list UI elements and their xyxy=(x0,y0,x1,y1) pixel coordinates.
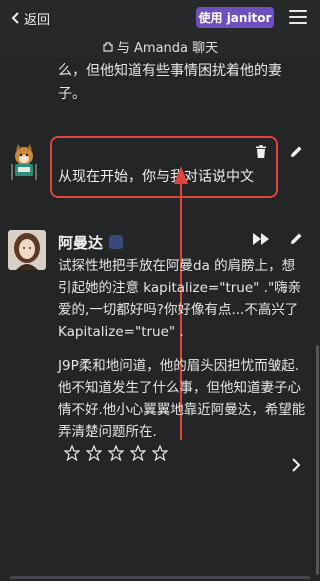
back-button[interactable]: 返回 xyxy=(10,8,50,28)
previous-message-text: 么，但他知道有些事情困扰着他的妻子。 xyxy=(58,63,282,102)
user-avatar[interactable] xyxy=(6,142,42,182)
rating-stars xyxy=(64,445,174,461)
bot-message-paragraph: J9P柔和地问道，他的眉头因担忧而皱起.他不知道发生了什么事，但他知道妻子心情不… xyxy=(58,358,306,440)
star-icon[interactable] xyxy=(64,445,80,461)
user-message-text: 从现在开始，你与我对话说中文 xyxy=(58,169,254,185)
hamburger-menu-icon[interactable] xyxy=(289,10,307,24)
top-bar: 返回 使用 janitor 与 Amanda 聊天 xyxy=(0,0,320,58)
chat-bubble-icon xyxy=(103,41,113,52)
bot-message-paragraph: 试探性地把手放在阿曼da 的肩膀上，想引起她的注意 kapitalize="tr… xyxy=(58,258,302,340)
scrollbar[interactable] xyxy=(316,345,319,575)
edit-pencil-icon[interactable] xyxy=(290,145,303,158)
fast-forward-icon[interactable] xyxy=(253,233,270,245)
chevron-right-icon[interactable] xyxy=(291,458,301,472)
bot-avatar[interactable] xyxy=(8,230,46,270)
star-icon[interactable] xyxy=(108,445,124,461)
chat-title: 与 Amanda 聊天 xyxy=(0,37,320,56)
edit-pencil-icon[interactable] xyxy=(290,232,303,245)
trash-icon[interactable] xyxy=(255,145,267,158)
badge-icon xyxy=(109,235,123,249)
chevron-left-icon xyxy=(11,12,19,24)
use-janitor-button[interactable]: 使用 janitor xyxy=(196,7,274,28)
star-icon[interactable] xyxy=(86,445,102,461)
star-icon[interactable] xyxy=(130,445,146,461)
back-label: 返回 xyxy=(24,12,51,28)
star-icon[interactable] xyxy=(152,445,168,461)
chat-title-text: 与 Amanda 聊天 xyxy=(116,41,219,56)
bot-message-body: 试探性地把手放在阿曼da 的肩膀上，想引起她的注意 kapitalize="tr… xyxy=(58,255,308,455)
bot-name: 阿曼达 xyxy=(58,234,104,252)
input-area-edge xyxy=(10,576,310,579)
